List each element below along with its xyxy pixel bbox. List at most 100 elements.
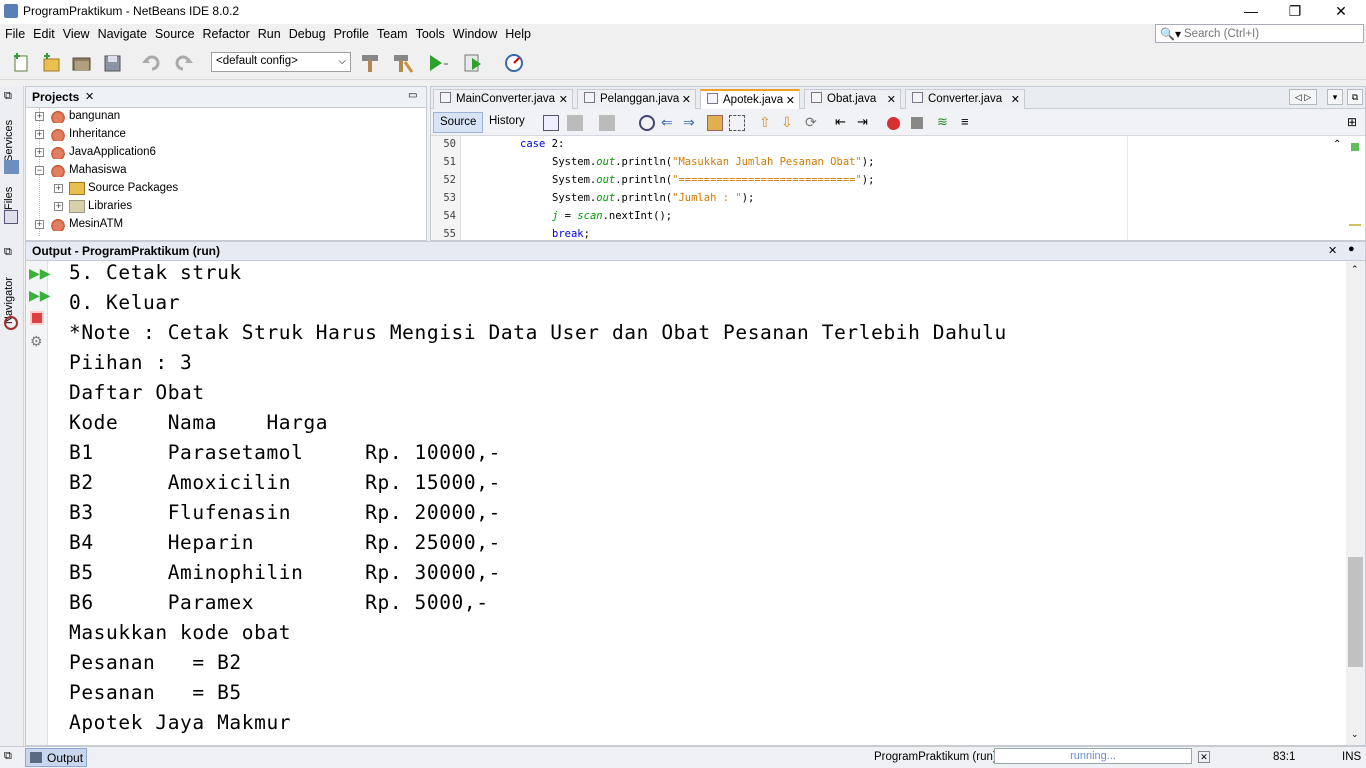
uncomment-icon[interactable]: ≡ (961, 115, 977, 131)
menu-help[interactable]: Help (501, 24, 535, 46)
expand-icon[interactable]: + (35, 148, 44, 157)
restore-output-window-icon[interactable]: ⧉ (4, 750, 12, 763)
next-bookmark-icon[interactable]: ⇩ (781, 115, 797, 131)
collapse-icon[interactable]: − (35, 166, 44, 175)
menu-view[interactable]: View (59, 24, 94, 46)
tree-item[interactable]: + bangunan (26, 108, 426, 126)
tree-item[interactable]: + MesinATM (26, 216, 426, 234)
output-title[interactable]: Output - ProgramPraktikum (run) (32, 244, 220, 258)
scroll-down-arrow-icon[interactable]: ⌄ (1351, 729, 1359, 740)
last-edit-icon[interactable] (543, 115, 559, 131)
projects-title[interactable]: Projects (32, 90, 79, 104)
previous-bookmark-icon[interactable]: ⇧ (759, 115, 775, 131)
stop-macro-icon[interactable] (911, 117, 923, 129)
editor-tab[interactable]: Converter.java ✕ (905, 89, 1025, 109)
close-tab-icon[interactable]: ✕ (786, 94, 795, 107)
scrollbar-thumb[interactable] (1348, 557, 1363, 667)
restore-window-group-icon[interactable]: ⧉ (4, 90, 12, 103)
output-window-tab[interactable]: Output (25, 748, 87, 767)
find-previous-icon[interactable]: ⇐ (661, 115, 677, 131)
minimize-button[interactable]: — (1228, 0, 1274, 24)
find-icon[interactable] (639, 115, 655, 131)
undo-icon[interactable] (140, 52, 164, 74)
forward-icon[interactable] (599, 115, 615, 131)
back-icon[interactable] (567, 115, 583, 131)
minimize-panel-icon[interactable]: ▭ (408, 90, 417, 101)
expand-icon[interactable]: + (35, 220, 44, 229)
clean-build-icon[interactable] (390, 52, 414, 74)
editor-tab[interactable]: Pelanggan.java ✕ (577, 89, 696, 109)
expand-icon[interactable]: + (35, 130, 44, 139)
debug-project-icon[interactable] (462, 52, 486, 74)
profile-project-icon[interactable] (503, 52, 527, 74)
navigator-tab[interactable]: Navigator (3, 264, 21, 324)
show-opened-documents-icon[interactable]: ▾ (1327, 89, 1343, 105)
rectangular-selection-icon[interactable] (729, 115, 745, 131)
menu-edit[interactable]: Edit (29, 24, 59, 46)
scroll-up-icon[interactable]: ⌃ (1333, 139, 1341, 150)
start-macro-icon[interactable] (887, 117, 900, 130)
menu-tools[interactable]: Tools (412, 24, 449, 46)
warning-marker[interactable] (1349, 224, 1361, 226)
editor-tab[interactable]: MainConverter.java ✕ (433, 89, 573, 109)
close-tab-icon[interactable]: ✕ (682, 93, 691, 106)
close-projects-icon[interactable]: ✕ (85, 90, 94, 103)
output-console[interactable]: 5. Cetak struk 0. Keluar *Note : Cetak Str… (26, 261, 1346, 745)
run-project-icon[interactable] (424, 52, 448, 74)
new-file-icon[interactable] (9, 52, 33, 74)
config-select[interactable]: <default config> ⌵ (211, 52, 351, 72)
search-input[interactable] (1184, 26, 1359, 41)
tree-item[interactable]: + Inheritance (26, 126, 426, 144)
editor-tab[interactable]: Obat.java ✕ (804, 89, 901, 109)
new-project-icon[interactable] (39, 52, 63, 74)
menu-debug[interactable]: Debug (285, 24, 330, 46)
find-next-icon[interactable]: ⇒ (683, 115, 699, 131)
shift-right-icon[interactable]: ⇥ (857, 115, 873, 131)
history-tab[interactable]: History (483, 112, 531, 133)
open-project-icon[interactable] (70, 52, 94, 74)
close-tab-icon[interactable]: ✕ (1011, 93, 1020, 106)
split-editor-icon[interactable]: ⊞ (1347, 115, 1357, 129)
scroll-tabs-icon[interactable]: ◁ ▷ (1289, 89, 1317, 105)
menu-source[interactable]: Source (151, 24, 199, 46)
close-tab-icon[interactable]: ✕ (559, 93, 568, 106)
close-tab-icon[interactable]: ✕ (887, 93, 896, 106)
editor-tab[interactable]: Apotek.java ✕ (700, 89, 800, 109)
search-box[interactable]: 🔍▾ (1155, 24, 1364, 43)
tree-item[interactable]: − Mahasiswa (26, 162, 426, 180)
menu-refactor[interactable]: Refactor (199, 24, 254, 46)
menu-team[interactable]: Team (373, 24, 412, 46)
close-button[interactable]: ✕ (1318, 0, 1364, 24)
scroll-up-arrow-icon[interactable]: ⌃ (1351, 264, 1359, 275)
menu-navigate[interactable]: Navigate (94, 24, 151, 46)
output-menu-icon[interactable]: ● (1348, 243, 1355, 255)
source-tab[interactable]: Source (433, 112, 484, 133)
redo-icon[interactable] (171, 52, 195, 74)
tree-item[interactable]: + Source Packages (26, 180, 426, 198)
close-output-icon[interactable]: ✕ (1328, 244, 1337, 257)
toggle-bookmark-icon[interactable]: ⟳ (805, 115, 821, 131)
services-tab[interactable]: Services (3, 112, 21, 162)
expand-icon[interactable]: + (54, 202, 63, 211)
code-area[interactable]: case 2: System.out.println("Masukkan Juml… (462, 136, 1127, 240)
tree-item[interactable]: + Libraries (26, 198, 426, 216)
cancel-process-icon[interactable]: ✕ (1198, 751, 1210, 763)
toggle-highlight-icon[interactable] (707, 115, 723, 131)
menu-file[interactable]: File (1, 24, 29, 46)
output-scrollbar[interactable]: ⌃ ⌄ (1346, 261, 1365, 745)
files-tab[interactable]: Files (3, 182, 21, 210)
restore-navigator-icon[interactable]: ⧉ (4, 246, 12, 259)
menu-window[interactable]: Window (449, 24, 501, 46)
tree-item[interactable]: + JavaApplication6 (26, 144, 426, 162)
expand-icon[interactable]: + (35, 112, 44, 121)
save-all-icon[interactable] (101, 52, 125, 74)
build-icon[interactable] (358, 52, 382, 74)
menu-profile[interactable]: Profile (330, 24, 373, 46)
shift-left-icon[interactable]: ⇤ (835, 115, 851, 131)
maximize-editor-icon[interactable]: ⧉ (1347, 89, 1363, 105)
expand-icon[interactable]: + (54, 184, 63, 193)
restore-button[interactable]: ❐ (1272, 0, 1318, 24)
comment-icon[interactable]: ≋ (937, 115, 953, 131)
search-icon[interactable]: 🔍▾ (1160, 27, 1181, 41)
menu-run[interactable]: Run (254, 24, 285, 46)
